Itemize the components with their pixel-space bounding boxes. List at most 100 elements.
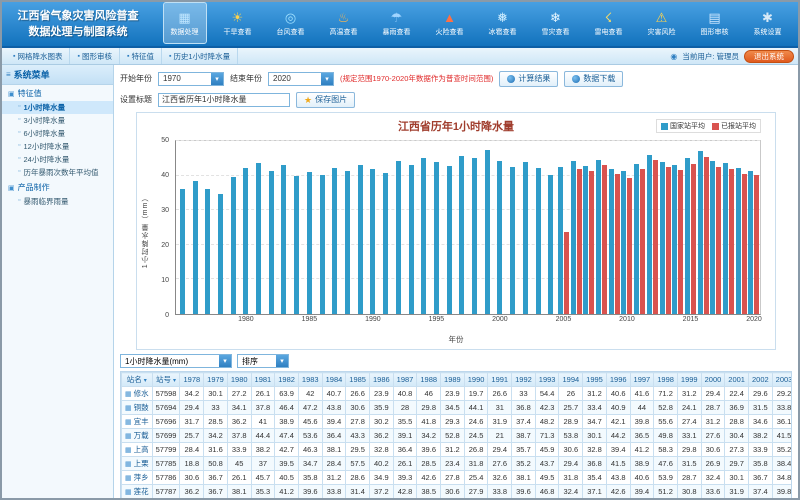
sub-tabs: ▪网格降水图表▪图形审核▪特征值▪历史1小时降水量 xyxy=(6,48,238,64)
column-header-1983[interactable]: 1983 xyxy=(298,373,322,387)
bars-2008 xyxy=(595,141,608,314)
subtab-history-1h-rain[interactable]: ▪历史1小时降水量 xyxy=(162,48,238,64)
column-header-1986[interactable]: 1986 xyxy=(369,373,393,387)
column-header-1994[interactable]: 1994 xyxy=(559,373,583,387)
plot-area: 198019851990199520002005201020152020 xyxy=(175,140,761,315)
sidebar-item-rain-24h[interactable]: ▫24小时降水量 xyxy=(2,153,113,166)
column-header-1995[interactable]: 1995 xyxy=(583,373,607,387)
toolbar-typhoon-view[interactable]: ◎台风查看 xyxy=(269,2,313,44)
column-header-1988[interactable]: 1988 xyxy=(417,373,441,387)
column-header-1981[interactable]: 1981 xyxy=(251,373,275,387)
toolbar-lightning-view[interactable]: ☇雷电查看 xyxy=(587,2,631,44)
national-avg-bar-1991 xyxy=(383,173,388,314)
column-header-2001[interactable]: 2001 xyxy=(725,373,749,387)
column-header-1998[interactable]: 1998 xyxy=(654,373,678,387)
toolbar-chart-review[interactable]: ▤图形审核 xyxy=(693,2,737,44)
doc-icon: ▫ xyxy=(18,129,20,137)
sort-icon[interactable]: ▾ xyxy=(173,378,176,384)
station-row-57785[interactable]: ▦上栗5778518.850.8453739.534.728.457.540.2… xyxy=(122,457,793,471)
column-header-1980[interactable]: 1980 xyxy=(227,373,251,387)
column-header-1996[interactable]: 1996 xyxy=(606,373,630,387)
column-header-1991[interactable]: 1991 xyxy=(488,373,512,387)
subtab-feature-value[interactable]: ▪特征值 xyxy=(120,48,162,64)
sidebar-group-feature-values[interactable]: ▣特征值 xyxy=(2,85,113,101)
chevron-down-icon[interactable]: ▾ xyxy=(276,355,288,367)
station-table-wrap[interactable]: 站名▾站号▾1978197919801981198219831984198519… xyxy=(120,371,792,498)
tab-icon: ▪ xyxy=(13,53,15,60)
chevron-down-icon[interactable]: ▾ xyxy=(211,73,223,85)
station-row-57696[interactable]: ▦宜丰5769631.728.536.24138.945.639.427.830… xyxy=(122,415,793,429)
metric-select[interactable]: 1小时降水量(mm) ▾ xyxy=(120,354,232,368)
y-tick: 10 xyxy=(161,277,169,284)
save-image-button[interactable]: ★ 保存图片 xyxy=(296,92,355,108)
doc-icon: ▫ xyxy=(18,197,20,205)
station-row-57787[interactable]: ▦莲花5778736.236.738.135.341.239.633.831.4… xyxy=(122,485,793,499)
sidebar-group-product-make[interactable]: ▣产品制作 xyxy=(2,179,113,195)
column-header-2003[interactable]: 2003 xyxy=(772,373,792,387)
toolbar-disaster-risk[interactable]: ⚠灾害风险 xyxy=(640,2,684,44)
sort-select[interactable]: 排序 ▾ xyxy=(237,354,289,368)
column-header-1985[interactable]: 1985 xyxy=(346,373,370,387)
main-content[interactable]: 开始年份 1970 ▾ 结束年份 2020 ▾ (规定范围1970-2020年数… xyxy=(114,65,798,498)
doc-icon: ▫ xyxy=(18,142,20,150)
download-button[interactable]: 数据下载 xyxy=(564,71,623,87)
column-header-name[interactable]: 站名▾ xyxy=(122,373,153,387)
station-row-57694[interactable]: ▦铜鼓5769429.43334.137.846.447.243.830.635… xyxy=(122,401,793,415)
logout-button[interactable]: 退出系统 xyxy=(744,50,794,63)
station-row-57699[interactable]: ▦万载5769925.734.237.844.447.453.636.443.3… xyxy=(122,429,793,443)
toolbar-hail-view[interactable]: ❅冰雹查看 xyxy=(481,2,525,44)
bars-1985: 1985 xyxy=(303,141,316,314)
start-year-select[interactable]: 1970 ▾ xyxy=(158,72,224,86)
column-header-1984[interactable]: 1984 xyxy=(322,373,346,387)
column-header-id[interactable]: 站号▾ xyxy=(152,373,180,387)
national-avg-bar-2005 xyxy=(558,167,563,314)
column-header-2000[interactable]: 2000 xyxy=(701,373,725,387)
station-row-57598[interactable]: ▦修水5759834.230.127.226.163.94240.726.623… xyxy=(122,387,793,401)
sidebar-item-rain-6h[interactable]: ▫6小时降水量 xyxy=(2,127,113,140)
sidebar-item-storm-days-avg[interactable]: ▫历年暴雨次数年平均值 xyxy=(2,166,113,179)
calculate-button[interactable]: 计算结果 xyxy=(499,71,558,87)
end-year-select[interactable]: 2020 ▾ xyxy=(268,72,334,86)
toolbar-rainstorm-view[interactable]: ☂暴雨查看 xyxy=(375,2,419,44)
user-icon: ◉ xyxy=(670,52,677,61)
column-header-1990[interactable]: 1990 xyxy=(464,373,488,387)
sidebar-item-rain-12h[interactable]: ▫12小时降水量 xyxy=(2,140,113,153)
folder-icon: ▣ xyxy=(8,184,15,192)
column-header-1982[interactable]: 1982 xyxy=(275,373,299,387)
toolbar-label: 系统设置 xyxy=(754,27,782,37)
column-header-1978[interactable]: 1978 xyxy=(180,373,204,387)
toolbar-snow-view[interactable]: ❄雪灾查看 xyxy=(534,2,578,44)
column-header-1997[interactable]: 1997 xyxy=(630,373,654,387)
sidebar-item-storm-critical[interactable]: ▫暴雨临界雨量 xyxy=(2,195,113,208)
toolbar-label: 台风查看 xyxy=(277,27,305,37)
national-avg-bar-2017 xyxy=(710,161,715,314)
toolbar-drought-view[interactable]: ☀干旱查看 xyxy=(216,2,260,44)
bars-1992 xyxy=(392,141,405,314)
toolbar-fire-risk-view[interactable]: ▲火险查看 xyxy=(428,2,472,44)
national-avg-bar-1977 xyxy=(205,189,210,314)
sidebar-item-rain-3h[interactable]: ▫3小时降水量 xyxy=(2,114,113,127)
chart-title-input[interactable] xyxy=(158,93,290,107)
column-header-1989[interactable]: 1989 xyxy=(441,373,465,387)
chevron-down-icon[interactable]: ▾ xyxy=(219,355,231,367)
national-avg-bar-1996 xyxy=(447,166,452,314)
column-header-1992[interactable]: 1992 xyxy=(512,373,536,387)
column-header-2002[interactable]: 2002 xyxy=(748,373,772,387)
toolbar-data-process[interactable]: ▦数据处理 xyxy=(163,2,207,44)
column-header-1987[interactable]: 1987 xyxy=(393,373,417,387)
column-header-1993[interactable]: 1993 xyxy=(535,373,559,387)
toolbar-high-temp-view[interactable]: ♨高温查看 xyxy=(322,2,366,44)
national-avg-bar-2011 xyxy=(634,164,639,314)
y-tick: 40 xyxy=(161,172,169,179)
station-row-57799[interactable]: ▦上高5779928.431.633.938.242.746.338.129.5… xyxy=(122,443,793,457)
sort-icon[interactable]: ▾ xyxy=(144,378,147,384)
column-header-1999[interactable]: 1999 xyxy=(677,373,701,387)
subtab-grid-rain-chart[interactable]: ▪网格降水图表 xyxy=(6,48,70,64)
x-tick: 2010 xyxy=(619,316,635,323)
subtab-chart-review[interactable]: ▪图形审核 xyxy=(70,48,119,64)
station-row-57786[interactable]: ▦萍乡5778630.636.726.145.740.535.831.228.6… xyxy=(122,471,793,485)
column-header-1979[interactable]: 1979 xyxy=(204,373,228,387)
sidebar-item-rain-1h[interactable]: ▫1小时降水量 xyxy=(2,101,113,114)
chevron-down-icon[interactable]: ▾ xyxy=(321,73,333,85)
toolbar-system-settings[interactable]: ✱系统设置 xyxy=(746,2,790,44)
